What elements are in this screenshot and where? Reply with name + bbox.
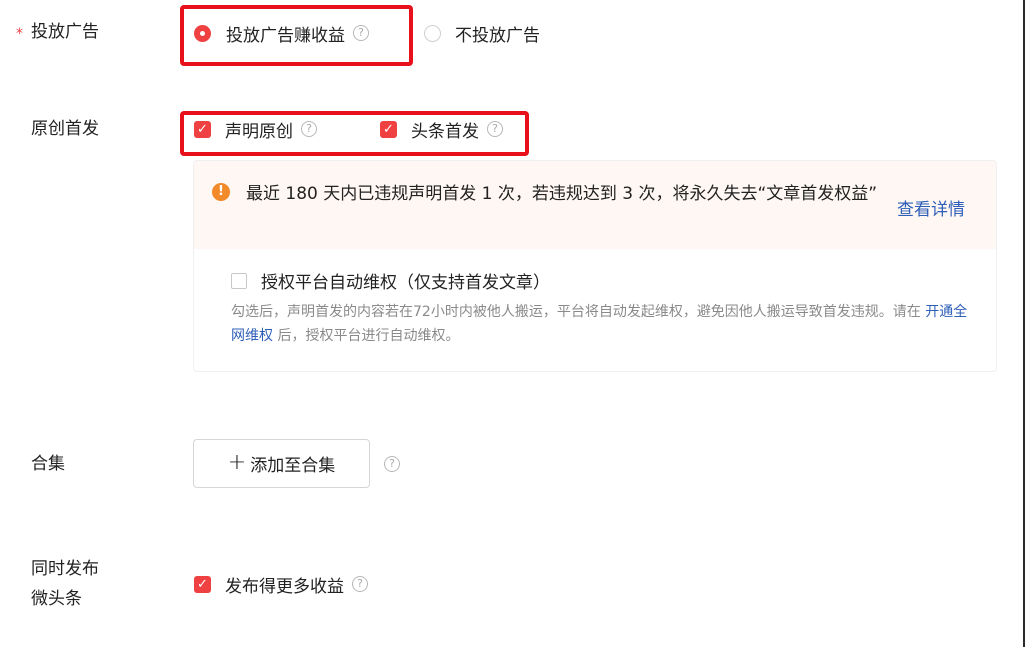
plus-icon: + [227,450,247,475]
checkbox-auto-rights[interactable]: 授权平台自动维权（仅支持首发文章） [231,268,550,293]
checkbox-checked-icon: ✓ [194,576,211,593]
help-icon[interactable]: ? [487,120,503,137]
auto-rights-desc-text-end: 后，授权平台进行自动维权。 [277,328,460,344]
radio-unselected-icon [424,25,441,42]
checkbox-publish-weitoutiao-label: 发布得更多收益 [225,577,344,597]
weitoutiao-label-line2: 微头条 [31,589,82,609]
view-details-link[interactable]: 查看详情 [897,195,965,220]
auto-rights-description: 勾选后，声明首发的内容若在72小时内被他人搬运，平台将自动发起维权，避免因他人搬… [231,300,976,348]
original-label: 原创首发 [31,119,99,139]
required-mark: * [16,26,23,42]
original-first-panel: ! 最近 180 天内已违规声明首发 1 次，若违规达到 3 次，将永久失去“文… [193,160,997,372]
warning-banner: ! 最近 180 天内已违规声明首发 1 次，若违规达到 3 次，将永久失去“文… [194,161,996,249]
collection-label: 合集 [31,454,65,474]
checkbox-declare-original-label: 声明原创 [225,122,293,142]
checkbox-toutiao-first[interactable]: ✓ 头条首发 ? [380,117,503,142]
checkbox-auto-rights-label: 授权平台自动维权（仅支持首发文章） [261,273,550,293]
checkbox-checked-icon: ✓ [380,121,397,138]
checkbox-publish-weitoutiao[interactable]: ✓ 发布得更多收益 ? [194,572,368,597]
weitoutiao-label-line1: 同时发布 [31,559,99,579]
radio-ads-on[interactable]: 投放广告赚收益 ? [194,21,369,46]
radio-ads-off[interactable]: 不投放广告 [424,21,540,46]
warning-text: 最近 180 天内已违规声明首发 1 次，若违规达到 3 次，将永久失去“文章首… [246,184,878,204]
checkbox-declare-original[interactable]: ✓ 声明原创 ? [194,117,317,142]
ads-label: 投放广告 [31,22,99,42]
warning-icon: ! [212,183,230,201]
help-icon[interactable]: ? [353,24,369,41]
add-to-collection-button[interactable]: + 添加至合集 [193,439,370,488]
checkbox-checked-icon: ✓ [194,121,211,138]
help-icon[interactable]: ? [352,575,368,592]
checkbox-unchecked-icon [231,272,247,289]
add-to-collection-label: 添加至合集 [250,456,336,476]
help-icon[interactable]: ? [301,120,317,137]
auto-rights-desc-text: 勾选后，声明首发的内容若在72小时内被他人搬运，平台将自动发起维权，避免因他人搬… [231,304,921,320]
checkbox-toutiao-first-label: 头条首发 [411,122,479,142]
help-icon[interactable]: ? [384,456,400,472]
radio-ads-off-label: 不投放广告 [455,26,540,46]
weitoutiao-label: 同时发布 微头条 [31,557,99,611]
radio-ads-on-label: 投放广告赚收益 [226,26,345,46]
radio-selected-icon [194,25,211,42]
